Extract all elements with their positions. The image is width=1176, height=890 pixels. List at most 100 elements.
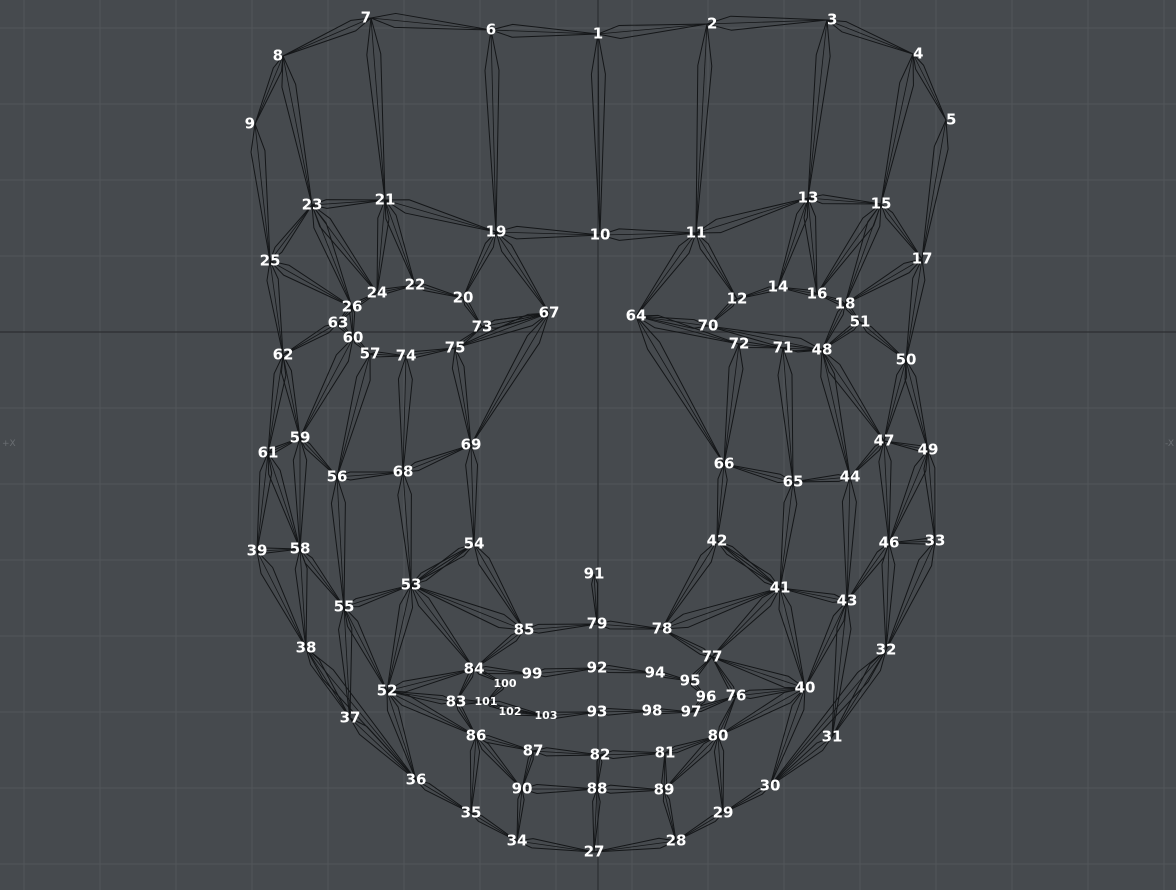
- mesh-edge: [905, 258, 926, 361]
- mesh-edge-centerline: [661, 540, 718, 630]
- vertex-label-79: 79: [587, 615, 608, 633]
- mesh-edge-centerline: [927, 449, 936, 542]
- vertex-label-20: 20: [453, 289, 474, 307]
- mesh-edge-centerline: [376, 199, 386, 294]
- vertex-label-31: 31: [822, 728, 843, 746]
- vertex-label-67: 67: [539, 304, 560, 322]
- mesh-edge: [777, 347, 794, 483]
- mesh-edge-centerline: [254, 55, 284, 125]
- vertex-label-56: 56: [327, 468, 348, 486]
- mesh-edge-centerline: [821, 349, 885, 442]
- mesh-edge-centerline: [883, 440, 890, 544]
- vertex-label-84: 84: [464, 660, 485, 678]
- vertex-label-28: 28: [666, 832, 687, 850]
- axis-marker-right: -X: [1165, 439, 1174, 449]
- vertex-label-23: 23: [302, 196, 323, 214]
- mesh-edge-centerline: [769, 687, 806, 787]
- vertex-label-64: 64: [626, 307, 647, 325]
- vertex-label-3: 3: [827, 11, 837, 29]
- vertex-label-55: 55: [334, 598, 355, 616]
- viewport-grid: [0, 0, 1176, 890]
- vertex-label-42: 42: [707, 532, 728, 550]
- vertex-label-81: 81: [655, 744, 676, 762]
- vertex-label-13: 13: [798, 189, 819, 207]
- vertex-label-92: 92: [587, 659, 608, 677]
- mesh-edge: [597, 23, 708, 40]
- vertex-label-29: 29: [713, 804, 734, 822]
- mesh-edge: [779, 481, 798, 589]
- vertex-label-63: 63: [328, 314, 349, 332]
- vertex-label-68: 68: [393, 463, 414, 481]
- vertex-label-50: 50: [896, 351, 917, 369]
- mesh-edge: [366, 17, 386, 201]
- mesh-edge-centerline: [336, 353, 371, 478]
- vertex-label-11: 11: [686, 224, 707, 242]
- vertex-label-62: 62: [273, 346, 294, 364]
- vertex-label-82: 82: [590, 746, 611, 764]
- mesh-edge: [803, 197, 818, 295]
- vertex-label-53: 53: [401, 576, 422, 594]
- vertex-label-15: 15: [871, 195, 892, 213]
- 3d-viewport[interactable]: +X -X 1 2 3 4 5 6 7 8 9 10 11 12 13 14 15 16 17 18 19 20 21 2…: [0, 0, 1176, 890]
- vertex-label-90: 90: [512, 780, 533, 798]
- vertex-label-21: 21: [375, 191, 396, 209]
- vertex-label-12: 12: [727, 290, 748, 308]
- mesh-edge: [923, 449, 936, 542]
- vertex-label-22: 22: [405, 276, 426, 294]
- vertex-label-9: 9: [245, 115, 255, 133]
- vertex-label-14: 14: [768, 278, 789, 296]
- mesh-edge-centerline: [473, 543, 525, 631]
- vertex-label-89: 89: [654, 781, 675, 799]
- mesh-edge-centerline: [804, 600, 848, 689]
- vertex-label-72: 72: [729, 335, 750, 353]
- mesh-edge-centerline: [635, 232, 697, 317]
- vertex-label-98: 98: [642, 702, 663, 720]
- vertex-label-40: 40: [795, 679, 816, 697]
- vertex-label-73: 73: [472, 318, 493, 336]
- vertex-label-87: 87: [523, 742, 544, 760]
- vertex-label-27: 27: [584, 843, 605, 861]
- vertex-label-6: 6: [486, 21, 496, 39]
- mesh-edge-centerline: [282, 17, 372, 57]
- vertex-label-52: 52: [377, 682, 398, 700]
- vertex-label-16: 16: [807, 285, 828, 303]
- viewport-canvas[interactable]: +X -X 12 345678910 11121314151617181920212…: [0, 0, 1176, 890]
- vertex-label-41: 41: [770, 579, 791, 597]
- vertex-label-10: 10: [590, 226, 611, 244]
- vertex-label-91: 91: [584, 565, 605, 583]
- vertex-label-49: 49: [918, 441, 939, 459]
- mesh-edge-centerline: [495, 231, 550, 314]
- mesh-edge: [593, 837, 677, 853]
- mesh-edge-centerline: [256, 550, 307, 649]
- mesh-edge: [267, 354, 287, 454]
- vertex-label-35: 35: [461, 804, 482, 822]
- vertex-label-37: 37: [340, 709, 361, 727]
- vertex-label-4: 4: [913, 45, 923, 63]
- vertex-label-48: 48: [812, 341, 833, 359]
- vertex-label-33: 33: [925, 532, 946, 550]
- vertex-label-88: 88: [587, 780, 608, 798]
- mesh-edge-centerline: [905, 258, 923, 361]
- mesh-edge-centerline: [661, 587, 781, 630]
- vertex-label-74: 74: [396, 347, 417, 365]
- vertex-label-46: 46: [879, 534, 900, 552]
- vertex-label-102: 102: [499, 705, 522, 718]
- mesh-edge-centerline: [695, 23, 708, 234]
- vertex-label-44: 44: [840, 468, 861, 486]
- vertex-label-25: 25: [260, 252, 281, 270]
- mesh-edge-centerline: [912, 53, 947, 121]
- vertex-label-93: 93: [587, 703, 608, 721]
- mesh-edge-centerline: [311, 204, 378, 294]
- vertex-label-5: 5: [946, 111, 956, 129]
- mesh-edge-centerline: [384, 199, 416, 286]
- vertex-label-58: 58: [290, 540, 311, 558]
- mesh-edge-centerline: [816, 203, 882, 295]
- vertex-label-77: 77: [702, 648, 723, 666]
- vertex-label-34: 34: [507, 832, 528, 850]
- axis-marker-left: +X: [2, 439, 16, 449]
- mesh-edge-centerline: [282, 55, 313, 206]
- vertex-label-54: 54: [464, 535, 485, 553]
- mesh-edge: [266, 260, 284, 356]
- vertex-label-39: 39: [247, 542, 268, 560]
- mesh-edge-centerline: [921, 119, 947, 260]
